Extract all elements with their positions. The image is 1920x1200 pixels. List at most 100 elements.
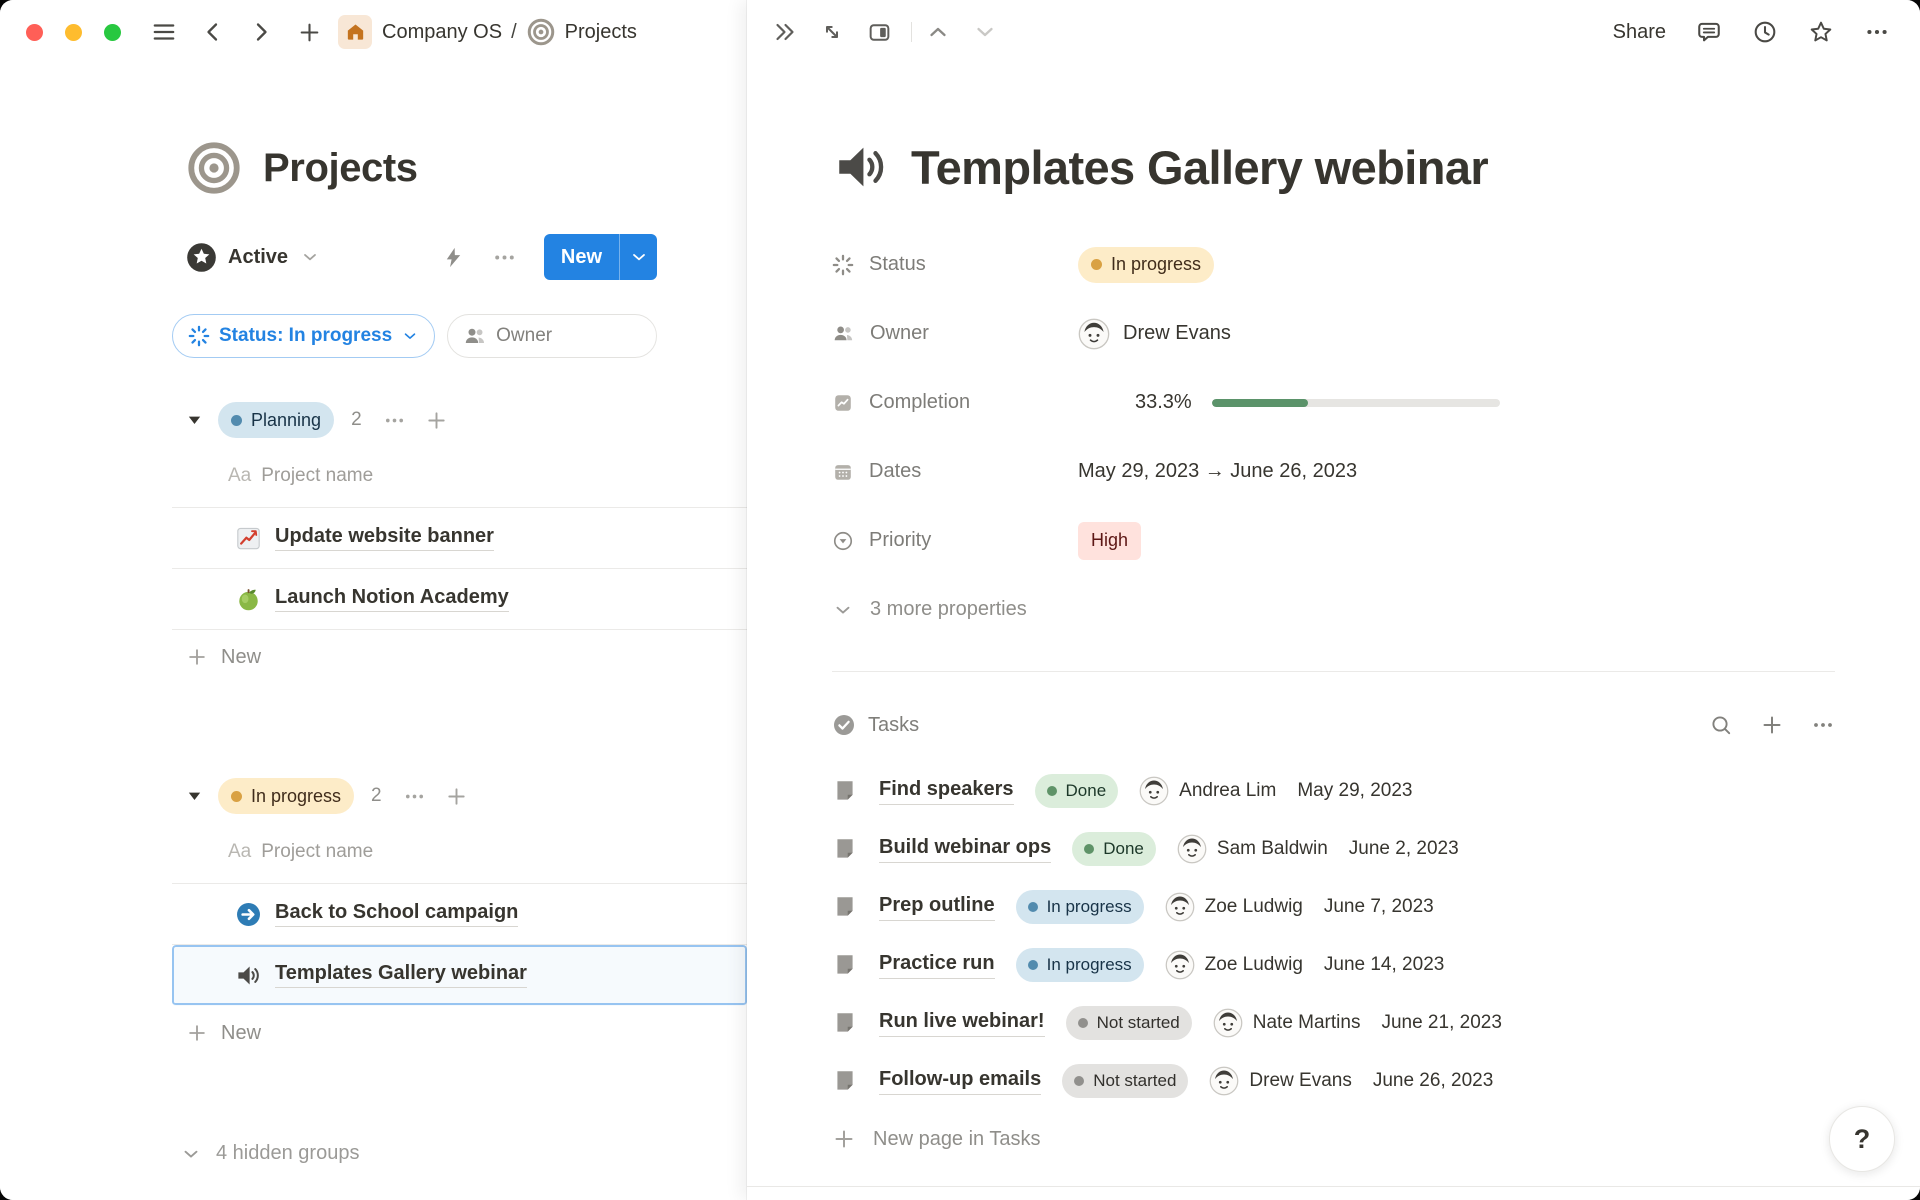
new-button-dropdown[interactable] xyxy=(620,234,657,280)
task-status-pill[interactable]: Done xyxy=(1072,832,1156,866)
new-tab-icon[interactable] xyxy=(297,20,322,45)
database-title[interactable]: Projects xyxy=(263,146,418,191)
priority-pill[interactable]: High xyxy=(1078,522,1141,560)
status-pill[interactable]: In progress xyxy=(1078,247,1214,283)
project-title[interactable]: Update website banner xyxy=(275,525,494,551)
task-status-pill[interactable]: Done xyxy=(1035,774,1119,808)
forward-icon[interactable] xyxy=(249,20,273,44)
task-status-pill[interactable]: In progress xyxy=(1016,890,1144,924)
view-tab-active[interactable]: Active xyxy=(185,241,320,274)
property-value[interactable]: Drew Evans xyxy=(1078,318,1231,350)
new-button[interactable]: New xyxy=(544,234,619,280)
hidden-groups-toggle[interactable]: 4 hidden groups xyxy=(180,1142,747,1165)
more-properties-toggle[interactable]: 3 more properties xyxy=(832,575,1835,644)
breadcrumb-workspace[interactable]: Company OS xyxy=(382,21,502,44)
open-full-page-icon[interactable] xyxy=(820,20,844,44)
comments-icon[interactable] xyxy=(1696,19,1722,45)
task-title[interactable]: Run live webinar! xyxy=(879,1010,1045,1037)
group-name-pill[interactable]: Planning xyxy=(218,402,334,438)
property-row-completion[interactable]: Completion 33.3% xyxy=(832,368,1835,437)
property-value[interactable]: In progress xyxy=(1078,247,1214,283)
task-date[interactable]: June 14, 2023 xyxy=(1324,954,1444,976)
task-assignee[interactable]: Drew Evans xyxy=(1209,1066,1351,1096)
property-row-priority[interactable]: Priority High xyxy=(832,506,1835,575)
task-row[interactable]: Run live webinar! Not started Nate Marti… xyxy=(832,994,1835,1052)
zoom-window-button[interactable] xyxy=(104,24,121,41)
group-name-pill[interactable]: In progress xyxy=(218,778,354,814)
task-status-pill[interactable]: Not started xyxy=(1062,1064,1188,1098)
property-value[interactable]: May 29, 2023 → June 26, 2023 xyxy=(1078,460,1357,483)
new-task-row[interactable]: New page in Tasks xyxy=(832,1110,1835,1168)
project-title[interactable]: Launch Notion Academy xyxy=(275,586,509,612)
more-options-icon[interactable] xyxy=(1811,713,1835,737)
task-title[interactable]: Build webinar ops xyxy=(879,836,1051,863)
filter-chip-owner[interactable]: Owner xyxy=(447,314,657,358)
help-button[interactable]: ? xyxy=(1829,1106,1895,1172)
task-title[interactable]: Find speakers xyxy=(879,778,1014,805)
close-peek-icon[interactable] xyxy=(773,20,797,44)
group-add-icon[interactable] xyxy=(445,785,468,808)
new-project-row[interactable]: New xyxy=(172,630,747,684)
task-row[interactable]: Follow-up emails Not started Drew Evans … xyxy=(832,1052,1835,1110)
task-date[interactable]: June 7, 2023 xyxy=(1324,896,1434,918)
project-row[interactable]: Update website banner xyxy=(172,508,747,569)
group-add-icon[interactable] xyxy=(425,409,448,432)
task-assignee[interactable]: Andrea Lim xyxy=(1139,776,1276,806)
previous-page-icon[interactable] xyxy=(926,20,950,44)
search-icon[interactable] xyxy=(1709,713,1733,737)
new-project-row[interactable]: New xyxy=(172,1006,747,1060)
task-row[interactable]: Build webinar ops Done Sam Baldwin June … xyxy=(832,820,1835,878)
filter-chip-status[interactable]: Status: In progress xyxy=(172,314,435,358)
project-title[interactable]: Back to School campaign xyxy=(275,901,518,927)
project-row-selected[interactable]: Templates Gallery webinar xyxy=(172,945,747,1006)
group-options-icon[interactable] xyxy=(403,785,426,808)
favorite-star-icon[interactable] xyxy=(1808,19,1834,45)
project-row[interactable]: Launch Notion Academy xyxy=(172,569,747,630)
task-date[interactable]: June 21, 2023 xyxy=(1381,1012,1501,1034)
property-value[interactable]: High xyxy=(1078,522,1141,560)
project-title[interactable]: Templates Gallery webinar xyxy=(275,962,527,988)
task-assignee[interactable]: Zoe Ludwig xyxy=(1165,892,1303,922)
task-date[interactable]: June 2, 2023 xyxy=(1349,838,1459,860)
task-title[interactable]: Practice run xyxy=(879,952,995,979)
property-row-status[interactable]: Status In progress xyxy=(832,230,1835,299)
next-page-icon[interactable] xyxy=(973,20,997,44)
updates-clock-icon[interactable] xyxy=(1752,19,1778,45)
task-row[interactable]: Practice run In progress Zoe Ludwig June… xyxy=(832,936,1835,994)
sidebar-toggle-icon[interactable] xyxy=(151,19,177,45)
task-status-pill[interactable]: In progress xyxy=(1016,948,1144,982)
property-value[interactable]: 33.3% xyxy=(1078,391,1500,414)
back-icon[interactable] xyxy=(201,20,225,44)
more-options-icon[interactable] xyxy=(492,245,517,270)
home-breadcrumb-button[interactable] xyxy=(338,15,372,49)
automation-bolt-icon[interactable] xyxy=(442,246,465,269)
person-name: Nate Martins xyxy=(1253,1012,1361,1034)
task-row[interactable]: Find speakers Done Andrea Lim May 29, 20… xyxy=(832,762,1835,820)
collapse-triangle-icon[interactable] xyxy=(186,412,203,429)
status-label: Not started xyxy=(1093,1071,1176,1091)
add-task-icon[interactable] xyxy=(1760,713,1784,737)
page-title[interactable]: Templates Gallery webinar xyxy=(911,140,1488,195)
task-assignee[interactable]: Sam Baldwin xyxy=(1177,834,1328,864)
property-row-dates[interactable]: Dates May 29, 2023 → June 26, 2023 xyxy=(832,437,1835,506)
task-assignee[interactable]: Zoe Ludwig xyxy=(1165,950,1303,980)
side-peek-mode-icon[interactable] xyxy=(867,20,892,45)
close-window-button[interactable] xyxy=(26,24,43,41)
share-button[interactable]: Share xyxy=(1613,21,1666,44)
group-options-icon[interactable] xyxy=(383,409,406,432)
property-row-owner[interactable]: Owner Drew Evans xyxy=(832,299,1835,368)
task-date[interactable]: June 26, 2023 xyxy=(1373,1070,1493,1092)
breadcrumb-page[interactable]: Projects xyxy=(565,21,637,44)
task-row[interactable]: Prep outline In progress Zoe Ludwig June… xyxy=(832,878,1835,936)
more-options-icon[interactable] xyxy=(1864,19,1890,45)
minimize-window-button[interactable] xyxy=(65,24,82,41)
project-row[interactable]: Back to School campaign xyxy=(172,884,747,945)
tasks-section-title[interactable]: Tasks xyxy=(832,713,919,737)
task-status-pill[interactable]: Not started xyxy=(1066,1006,1192,1040)
collapse-triangle-icon[interactable] xyxy=(186,788,203,805)
task-date[interactable]: May 29, 2023 xyxy=(1297,780,1412,802)
task-title[interactable]: Prep outline xyxy=(879,894,995,921)
speaker-emoji[interactable] xyxy=(832,138,890,196)
task-title[interactable]: Follow-up emails xyxy=(879,1068,1041,1095)
task-assignee[interactable]: Nate Martins xyxy=(1213,1008,1361,1038)
